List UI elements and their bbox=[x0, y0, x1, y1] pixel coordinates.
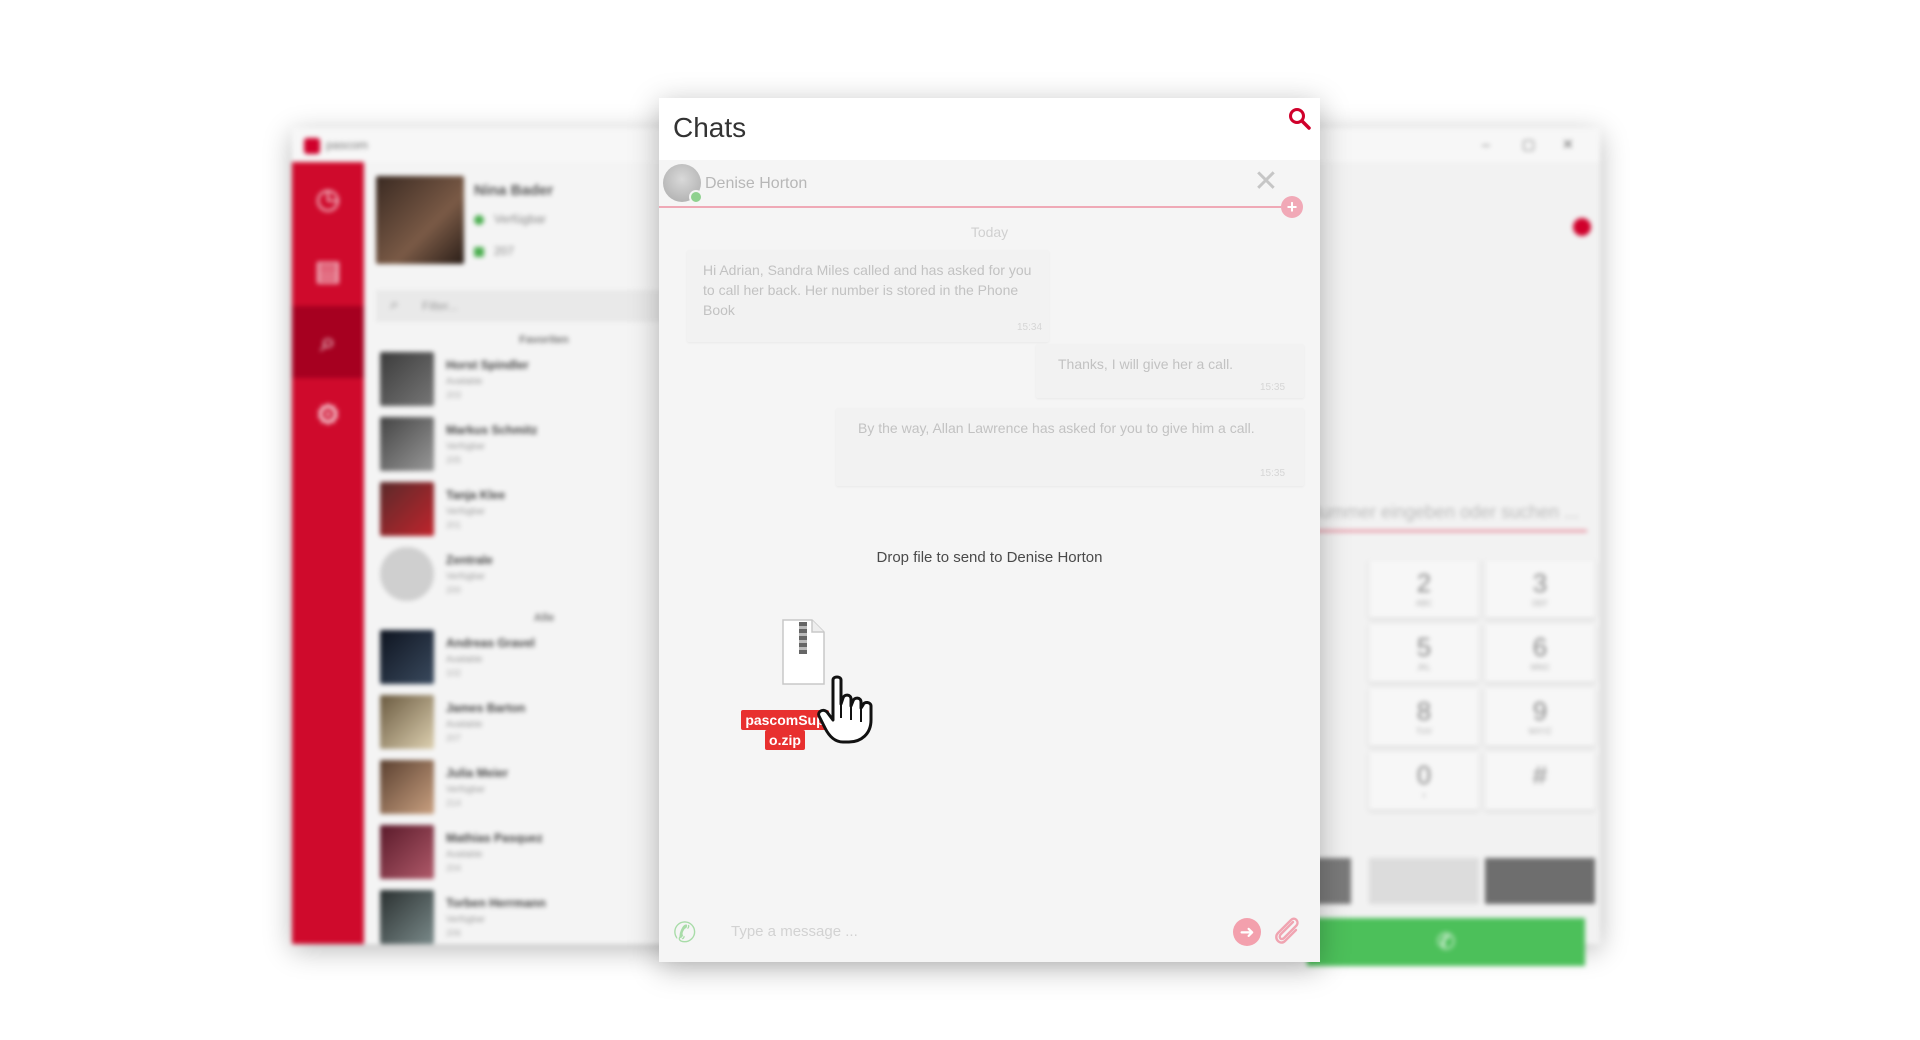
my-avatar[interactable] bbox=[376, 176, 464, 264]
message-time: 15:35 bbox=[1260, 468, 1286, 479]
video-call-button[interactable] bbox=[1485, 858, 1595, 904]
chat-contact-bar[interactable]: Denise Horton ✕ bbox=[659, 160, 1320, 208]
contact-name: Andreas Gravel bbox=[446, 636, 535, 650]
filter-placeholder: Filter... bbox=[422, 299, 459, 313]
contact-ext: 205 bbox=[446, 455, 462, 465]
dragged-file-name-line2: o.zip bbox=[765, 730, 805, 750]
phone-status-icon bbox=[474, 246, 484, 257]
outgoing-message: Thanks, I will give her a call. 15:35 bbox=[1036, 344, 1304, 398]
contact-ext: 102 bbox=[446, 668, 462, 678]
message-composer: ✆ ➜ bbox=[659, 898, 1320, 962]
search-icon[interactable] bbox=[1287, 106, 1313, 132]
dialer-settings-icon[interactable] bbox=[1573, 218, 1591, 236]
contact-status: Available bbox=[446, 849, 483, 859]
chat-contact-name: Denise Horton bbox=[705, 175, 808, 192]
contact-filter-input[interactable]: ⌕ Filter... bbox=[376, 290, 706, 322]
contact-status: Verfügbar bbox=[446, 506, 486, 516]
contact-name: Tanja Klee bbox=[446, 488, 506, 502]
avatar bbox=[380, 825, 434, 879]
message-text: Hi Adrian, Sandra Miles called and has a… bbox=[703, 262, 1032, 318]
incoming-message: Hi Adrian, Sandra Miles called and has a… bbox=[687, 250, 1049, 342]
contact-status: Available bbox=[446, 719, 483, 729]
contact-name: James Barton bbox=[446, 701, 526, 715]
contact-name: Markus Schmitz bbox=[446, 423, 538, 437]
dial-number-input[interactable]: Nummer eingeben oder suchen ... bbox=[1307, 502, 1587, 532]
contact-name: Zentrale bbox=[446, 553, 493, 567]
search-nav-icon[interactable]: ⌕ bbox=[292, 306, 364, 378]
avatar bbox=[380, 547, 434, 601]
contact-ext: 200 bbox=[446, 585, 462, 595]
avatar bbox=[380, 482, 434, 536]
contact-name: Mathias Pasquez bbox=[446, 831, 543, 845]
chat-window: Chats Denise Horton ✕ + Today Hi Adrian,… bbox=[659, 98, 1320, 962]
contact-status: Verfügbar bbox=[446, 571, 486, 581]
dial-key-hash[interactable]: # bbox=[1485, 752, 1595, 810]
grab-hand-cursor-icon bbox=[817, 675, 873, 744]
avatar bbox=[380, 760, 434, 814]
avatar bbox=[380, 630, 434, 684]
minimize-icon[interactable]: – bbox=[1482, 136, 1490, 152]
phone-call-icon[interactable]: ✆ bbox=[673, 916, 707, 950]
pascom-logo-icon bbox=[304, 138, 320, 154]
dial-key-3[interactable]: 3 DEF bbox=[1485, 560, 1595, 618]
message-time: 15:34 bbox=[1017, 322, 1043, 333]
contact-status: Verfügbar bbox=[446, 441, 486, 451]
avatar bbox=[380, 352, 434, 406]
contact-status: Available bbox=[446, 654, 483, 664]
dial-key-8[interactable]: 8 TUV bbox=[1369, 688, 1479, 746]
close-window-icon[interactable]: ✕ bbox=[1562, 136, 1574, 153]
message-text: By the way, Allan Lawrence has asked for… bbox=[858, 420, 1255, 436]
dial-key-6[interactable]: 6 MNO bbox=[1485, 624, 1595, 682]
maximize-icon[interactable]: ▢ bbox=[1522, 136, 1535, 153]
call-button[interactable]: ✆ bbox=[1307, 918, 1585, 966]
contact-ext: 214 bbox=[446, 798, 462, 808]
contact-status: Verfügbar bbox=[446, 784, 486, 794]
day-separator: Today bbox=[970, 224, 1009, 240]
dial-key-9[interactable]: 9 WXYZ bbox=[1485, 688, 1595, 746]
contact-status: Available bbox=[446, 376, 483, 386]
avatar bbox=[380, 695, 434, 749]
online-status-icon bbox=[689, 190, 703, 204]
app-name: pascom bbox=[326, 138, 369, 152]
settings-gear-icon[interactable]: ⚙ bbox=[292, 378, 364, 450]
contact-status: Verfügbar bbox=[446, 914, 486, 924]
contact-ext: 204 bbox=[446, 863, 462, 873]
chat-header: Chats bbox=[659, 98, 1320, 160]
dial-key-0[interactable]: 0 + bbox=[1369, 752, 1479, 810]
dial-key-2[interactable]: 2 ABC bbox=[1369, 560, 1479, 618]
dialer-function-button[interactable] bbox=[1369, 858, 1479, 904]
my-extension: 207 bbox=[474, 244, 514, 258]
status-online-icon bbox=[474, 214, 484, 225]
dial-key-5[interactable]: 5 JKL bbox=[1369, 624, 1479, 682]
message-time: 15:35 bbox=[1260, 382, 1286, 393]
my-status[interactable]: Verfügbar bbox=[474, 212, 546, 226]
my-status-text: Verfügbar bbox=[494, 212, 547, 226]
page-title: Chats bbox=[673, 112, 747, 143]
contact-name: Horst Spindler bbox=[446, 358, 529, 372]
paperclip-icon[interactable] bbox=[1271, 914, 1303, 948]
drop-target-hint: Drop file to send to Denise Horton bbox=[876, 549, 1103, 566]
dragged-file[interactable]: pascomSup o.zip bbox=[735, 618, 887, 750]
contact-ext: 203 bbox=[446, 390, 462, 400]
contact-ext: 201 bbox=[446, 520, 462, 530]
message-text: Thanks, I will give her a call. bbox=[1058, 356, 1234, 372]
close-icon[interactable]: ✕ bbox=[1249, 166, 1283, 200]
contact-ext: 207 bbox=[446, 733, 462, 743]
outgoing-message: By the way, Allan Lawrence has asked for… bbox=[836, 408, 1304, 486]
avatar bbox=[380, 890, 434, 944]
nav-rail: ◷ ▤ ⌕ ⚙ bbox=[292, 162, 364, 944]
my-extension-text: 207 bbox=[494, 244, 515, 258]
history-icon[interactable]: ◷ bbox=[292, 162, 364, 234]
send-arrow-icon[interactable]: ➜ bbox=[1233, 918, 1261, 946]
contact-name: Julia Meier bbox=[446, 766, 509, 780]
search-icon: ⌕ bbox=[390, 296, 399, 313]
divider bbox=[659, 206, 1281, 208]
my-name: Nina Bader bbox=[474, 182, 554, 199]
avatar bbox=[380, 417, 434, 471]
dialer-panel: Nummer eingeben oder suchen ... 2 ABC 3 DE… bbox=[1307, 162, 1600, 966]
contact-ext: 206 bbox=[446, 928, 462, 938]
contacts-card-icon[interactable]: ▤ bbox=[292, 234, 364, 306]
message-input[interactable] bbox=[729, 912, 1213, 950]
contact-name: Torben Herrmann bbox=[446, 896, 546, 910]
